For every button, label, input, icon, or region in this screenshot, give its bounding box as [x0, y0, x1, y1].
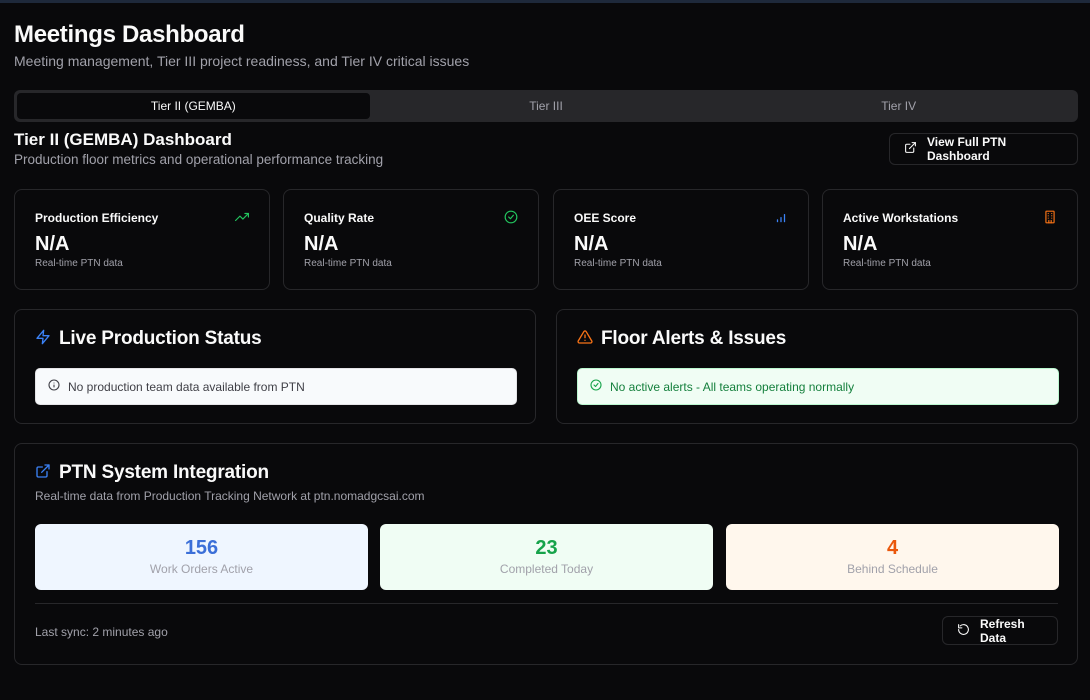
tab-tier-iii[interactable]: Tier III: [370, 93, 723, 119]
stat-label: Work Orders Active: [149, 562, 254, 576]
tier-tabs: Tier II (GEMBA) Tier III Tier IV: [14, 90, 1078, 122]
metric-note: Real-time PTN data: [843, 258, 931, 269]
metric-note: Real-time PTN data: [35, 258, 123, 269]
stat-value: 23: [535, 537, 558, 559]
metric-card-production-efficiency: Production Efficiency N/A Real-time PTN …: [14, 189, 270, 290]
metric-label: Production Efficiency: [35, 211, 159, 225]
external-link-icon: [35, 463, 51, 484]
metric-value: N/A: [35, 233, 70, 255]
floor-alerts-panel: Floor Alerts & Issues No active alerts -…: [556, 309, 1078, 424]
info-circle-icon: [48, 379, 60, 394]
divider: [35, 603, 1058, 604]
top-border: [0, 0, 1090, 3]
view-full-ptn-dashboard-button[interactable]: View Full PTN Dashboard: [889, 133, 1078, 165]
refresh-icon: [957, 623, 970, 639]
stat-work-orders-active: 156 Work Orders Active: [35, 524, 368, 590]
refresh-data-button[interactable]: Refresh Data: [942, 616, 1058, 645]
refresh-data-label: Refresh Data: [980, 616, 1025, 645]
section-title: Tier II (GEMBA) Dashboard: [14, 130, 232, 149]
section-subtitle: Production floor metrics and operational…: [14, 152, 384, 167]
ptn-subtitle: Real-time data from Production Tracking …: [35, 489, 425, 503]
zap-icon: [35, 329, 51, 350]
panel-title: Floor Alerts & Issues: [601, 328, 787, 349]
check-circle-icon: [590, 379, 602, 394]
alert-triangle-icon: [577, 329, 593, 350]
stat-label: Behind Schedule: [847, 562, 938, 576]
no-alerts-notice: No active alerts - All teams operating n…: [577, 368, 1059, 405]
metric-note: Real-time PTN data: [304, 258, 392, 269]
panel-title: PTN System Integration: [59, 462, 269, 483]
page-subtitle: Meeting management, Tier III project rea…: [14, 53, 470, 69]
stat-behind-schedule: 4 Behind Schedule: [726, 524, 1059, 590]
metric-card-active-workstations: Active Workstations N/A Real-time PTN da…: [822, 189, 1078, 290]
bar-chart-icon: [774, 210, 788, 224]
last-sync-text: Last sync: 2 minutes ago: [35, 625, 168, 639]
page-title: Meetings Dashboard: [14, 21, 245, 48]
building-icon: [1043, 210, 1057, 224]
stat-value: 4: [886, 537, 899, 559]
tab-tier-iv[interactable]: Tier IV: [722, 93, 1075, 119]
stat-label: Completed Today: [499, 562, 594, 576]
panel-title: Live Production Status: [59, 328, 262, 349]
metric-value: N/A: [304, 233, 339, 255]
no-data-notice: No production team data available from P…: [35, 368, 517, 405]
external-link-icon: [904, 141, 917, 157]
metric-card-oee-score: OEE Score N/A Real-time PTN data: [553, 189, 809, 290]
metric-note: Real-time PTN data: [574, 258, 662, 269]
metric-label: Active Workstations: [843, 211, 959, 225]
stat-value: 156: [184, 537, 219, 559]
view-full-ptn-dashboard-label: View Full PTN Dashboard: [927, 135, 1007, 163]
stat-completed-today: 23 Completed Today: [380, 524, 713, 590]
trending-up-icon: [235, 210, 249, 224]
notice-text: No active alerts - All teams operating n…: [610, 379, 855, 394]
metric-card-quality-rate: Quality Rate N/A Real-time PTN data: [283, 189, 539, 290]
metric-label: OEE Score: [574, 211, 637, 225]
metric-value: N/A: [843, 233, 878, 255]
tab-tier-ii-gemba[interactable]: Tier II (GEMBA): [17, 93, 370, 119]
check-circle-icon: [504, 210, 518, 224]
live-production-status-panel: Live Production Status No production tea…: [14, 309, 536, 424]
metric-label: Quality Rate: [304, 211, 375, 225]
notice-text: No production team data available from P…: [68, 379, 305, 394]
panel-header: PTN System Integration: [35, 462, 269, 484]
panel-header: Floor Alerts & Issues: [577, 328, 786, 350]
ptn-system-integration-panel: PTN System Integration Real-time data fr…: [14, 443, 1078, 665]
panel-header: Live Production Status: [35, 328, 262, 350]
metric-value: N/A: [574, 233, 609, 255]
